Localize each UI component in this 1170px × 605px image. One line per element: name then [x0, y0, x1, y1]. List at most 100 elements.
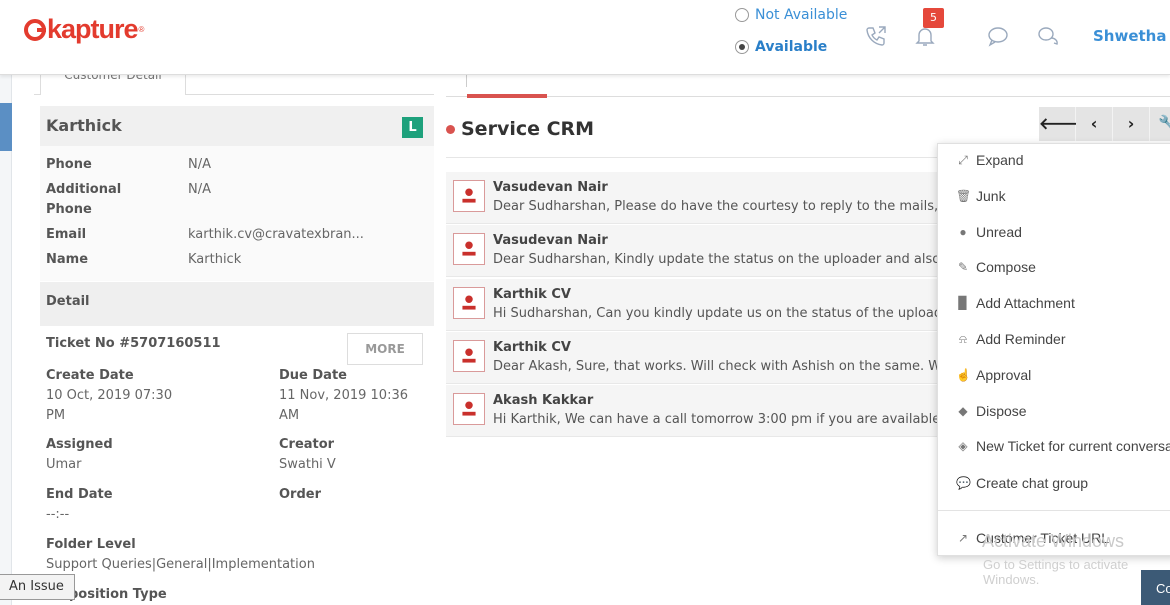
- folder-level-label: Folder Level: [46, 537, 136, 552]
- menu-item-label: Junk: [976, 188, 1006, 204]
- menu-item-compose[interactable]: ✎ Compose: [938, 253, 1170, 281]
- user-name[interactable]: Shwetha T: [1093, 27, 1170, 45]
- conversation-nav-buttons: 🡐 ‹ › 🔧: [1039, 107, 1170, 141]
- create-date-value: 10 Oct, 2019 07:30 PM: [46, 388, 173, 423]
- ticket-number: Ticket No #5707160511: [46, 336, 221, 351]
- creator: Creator Swathi V: [279, 435, 439, 475]
- menu-item-label: Add Attachment: [976, 295, 1075, 311]
- conversation-tabs: [446, 75, 1170, 98]
- active-tab-indicator[interactable]: [467, 94, 547, 98]
- file-icon: ▉: [958, 296, 968, 310]
- level-badge: L: [402, 117, 423, 138]
- field-value[interactable]: Karthick: [188, 250, 388, 270]
- service-crm-title: Service CRM: [446, 118, 594, 140]
- user-avatar-icon: [453, 233, 485, 265]
- user-avatar-icon: [453, 180, 485, 212]
- radio-icon[interactable]: [735, 8, 749, 22]
- expand-icon: ⤢: [958, 153, 968, 167]
- logo-registered: ®: [138, 25, 145, 34]
- create-date-label: Create Date: [46, 368, 134, 383]
- kapture-logo[interactable]: kapture ®: [24, 14, 145, 45]
- radio-selected-icon[interactable]: [735, 40, 749, 54]
- menu-item-create-chat-group[interactable]: 💬 Create chat group: [938, 469, 1170, 497]
- status-available-label: Available: [755, 39, 828, 55]
- thumbs-up-icon: ☝: [956, 368, 971, 382]
- tools-button[interactable]: 🔧: [1150, 107, 1170, 141]
- chat-bubble-icon[interactable]: [986, 24, 1010, 48]
- field-label: Phone: [46, 157, 92, 172]
- top-header: kapture ® Not Available Available 5 Shwe…: [0, 0, 1170, 75]
- menu-item-approval[interactable]: ☝ Approval: [938, 361, 1170, 389]
- customer-fields: Phone N/A Additional Phone N/A Email kar…: [40, 146, 434, 281]
- status-not-available-option[interactable]: Not Available: [735, 7, 847, 23]
- end-date-label: End Date: [46, 487, 113, 502]
- windows-activation-watermark: Activate Windows: [982, 531, 1125, 551]
- rail-active-indicator[interactable]: [0, 103, 12, 151]
- message-sender: Akash Kakkar: [493, 393, 594, 408]
- chat-icon: 💬: [956, 476, 971, 490]
- menu-item-dispose[interactable]: ◆ Dispose: [938, 397, 1170, 425]
- status-not-available-label: Not Available: [755, 7, 848, 23]
- field-value[interactable]: N/A: [188, 180, 388, 200]
- end-date-value: --:--: [46, 507, 70, 522]
- notification-badge[interactable]: 5: [923, 8, 944, 28]
- tag-icon: ◆: [958, 404, 968, 418]
- assigned: Assigned Umar: [46, 435, 206, 475]
- phone-icon[interactable]: [864, 24, 888, 48]
- conversation-actions-menu: ⤢ Expand 🗑 Junk ● Unread ✎ Compose ▉ Add…: [937, 143, 1170, 556]
- due-date: Due Date 11 Nov, 2019 10:36 AM: [279, 366, 414, 426]
- order: Order: [279, 485, 321, 505]
- left-rail: [0, 75, 12, 605]
- field-value[interactable]: N/A: [188, 155, 388, 175]
- menu-item-label: Expand: [976, 152, 1024, 168]
- message-sender: Vasudevan Nair: [493, 233, 608, 248]
- menu-item-expand[interactable]: ⤢ Expand: [938, 146, 1170, 174]
- message-preview: Dear Sudharshan, Please do have the cour…: [493, 199, 938, 214]
- customer-name: Karthick: [46, 116, 122, 135]
- creator-value: Swathi V: [279, 457, 336, 472]
- user-avatar-icon: [453, 287, 485, 319]
- create-date: Create Date 10 Oct, 2019 07:30 PM: [46, 366, 186, 426]
- report-issue-tab[interactable]: An Issue: [0, 574, 75, 600]
- customer-panel: Customer Detail Karthick L Phone N/A Add…: [34, 67, 434, 605]
- circle-icon: ●: [959, 225, 967, 239]
- menu-item-label: New Ticket for current conversation: [976, 438, 1170, 454]
- detail-section-header: Detail: [40, 282, 434, 326]
- ticket-icon: ◈: [958, 439, 968, 453]
- menu-item-add-attachment[interactable]: ▉ Add Attachment: [938, 289, 1170, 317]
- logo-mark-icon: [24, 18, 46, 41]
- edit-icon: ✎: [957, 260, 969, 274]
- menu-item-new-ticket[interactable]: ◈ New Ticket for current conversation: [938, 432, 1170, 460]
- logo-text: kapture: [47, 14, 139, 44]
- bottom-action-button[interactable]: Co: [1141, 570, 1170, 605]
- bell-icon: ⍾: [959, 332, 967, 346]
- message-preview: Hi Karthik, We can have a call tomorrow …: [493, 412, 938, 427]
- field-label: Name: [46, 252, 89, 267]
- menu-item-unread[interactable]: ● Unread: [938, 218, 1170, 246]
- external-link-icon: ↗: [957, 531, 969, 545]
- field-value[interactable]: karthik.cv@cravatexbran...: [188, 225, 388, 245]
- due-date-value: 11 Nov, 2019 10:36 AM: [279, 388, 408, 423]
- status-available-option[interactable]: Available: [735, 39, 827, 55]
- menu-item-add-reminder[interactable]: ⍾ Add Reminder: [938, 325, 1170, 353]
- user-avatar-icon: [453, 340, 485, 372]
- creator-label: Creator: [279, 437, 335, 452]
- status-dot-icon: [446, 124, 455, 134]
- assigned-label: Assigned: [46, 437, 113, 452]
- menu-item-label: Dispose: [976, 403, 1027, 419]
- field-label: Additional Phone: [46, 182, 122, 217]
- panel-tabs: Customer Detail: [34, 67, 434, 95]
- due-date-label: Due Date: [279, 368, 347, 383]
- menu-item-label: Unread: [976, 224, 1022, 240]
- back-arrow-button[interactable]: 🡐: [1039, 107, 1082, 141]
- menu-item-label: Create chat group: [976, 475, 1089, 491]
- conversations-icon[interactable]: [1036, 24, 1060, 48]
- message-preview: Dear Akash, Sure, that works. Will check…: [493, 359, 938, 374]
- folder-level-value: Support Queries|General|Implementation: [46, 557, 315, 572]
- message-sender: Vasudevan Nair: [493, 180, 608, 195]
- previous-button[interactable]: ‹: [1076, 107, 1113, 141]
- next-button[interactable]: ›: [1113, 107, 1150, 141]
- more-button[interactable]: MORE: [347, 333, 423, 365]
- message-sender: Karthik CV: [493, 340, 571, 355]
- menu-item-junk[interactable]: 🗑 Junk: [938, 182, 1170, 210]
